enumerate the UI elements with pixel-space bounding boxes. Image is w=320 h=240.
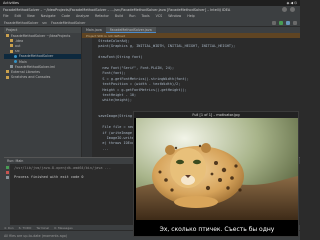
- debug-icon[interactable]: [286, 20, 290, 25]
- search-icon[interactable]: [293, 20, 297, 25]
- tool-messages[interactable]: 0: Messages: [54, 226, 73, 230]
- run-side-toolbar: [4, 164, 10, 226]
- tool-run[interactable]: 4: Run: [4, 226, 14, 230]
- tree-item-root[interactable]: FacadeMethodSolver ~/IdeaProjects: [4, 33, 81, 38]
- run-icon[interactable]: [279, 20, 283, 25]
- menu-edit[interactable]: Edit: [15, 14, 21, 18]
- folder-icon: [10, 44, 13, 48]
- activities-label[interactable]: Activities: [3, 1, 19, 5]
- menu-window[interactable]: Window: [168, 14, 181, 18]
- console-exit-message: Process finished with exit code 0: [14, 175, 84, 179]
- build-icon[interactable]: [272, 20, 276, 25]
- tool-terminal[interactable]: Terminal: [36, 226, 49, 230]
- tool-todo[interactable]: 6: TODO: [19, 226, 32, 230]
- toolbar: FacadeMethodSolver src FacadeMethodSolve…: [0, 19, 300, 27]
- folder-icon: [6, 34, 9, 38]
- status-text: All files are up-to-date (moments ago): [4, 233, 68, 238]
- java-class-icon: [14, 60, 17, 64]
- breadcrumb-file[interactable]: FacadeMethodSolver: [51, 21, 85, 25]
- tab-facade-method-solver[interactable]: FacadeMethodSolver.java: [105, 27, 156, 33]
- library-icon: [6, 70, 9, 74]
- minimize-icon[interactable]: [282, 7, 287, 12]
- scroll-end-icon[interactable]: [5, 176, 9, 179]
- menu-analyze[interactable]: Analyze: [76, 14, 89, 18]
- menu-code[interactable]: Code: [62, 14, 70, 18]
- console-output[interactable]: /usr/lib/jvm/java-8-openjdk-amd64/bin/ja…: [14, 166, 111, 179]
- menu-navigate[interactable]: Navigate: [41, 14, 56, 18]
- sdk-warning-banner[interactable]: Project SDK is not defined: [82, 33, 300, 38]
- breadcrumb-project[interactable]: FacadeMethodSolver: [4, 21, 38, 25]
- line-gutter[interactable]: [82, 38, 92, 157]
- console-command: /usr/lib/jvm/java-8-openjdk-amd64/bin/ja…: [14, 166, 111, 170]
- leopard-photo: [136, 118, 298, 220]
- menu-vcs[interactable]: VCS: [156, 14, 163, 18]
- file-icon: [10, 65, 13, 69]
- folder-icon: [10, 39, 13, 43]
- menu-tools[interactable]: Tools: [141, 14, 149, 18]
- rerun-icon[interactable]: [5, 166, 9, 169]
- scratches-icon: [6, 75, 9, 79]
- image-caption: Эх, сколько птичек. Съесть бы одну: [159, 225, 275, 233]
- menu-help[interactable]: Help: [187, 14, 195, 18]
- window-title: FacadeMethodSolver – ~/IdeaProjects/Faca…: [3, 7, 231, 12]
- menu-refactor[interactable]: Refactor: [95, 14, 109, 18]
- window-titlebar: FacadeMethodSolver – ~/IdeaProjects/Faca…: [0, 6, 300, 13]
- image-viewer-window[interactable]: Full [1 of 1] – motivator.jpg Эх, скольк…: [133, 111, 299, 237]
- close-icon[interactable]: [290, 7, 295, 12]
- menu-file[interactable]: File: [3, 14, 9, 18]
- tab-main[interactable]: Main.java: [82, 27, 106, 33]
- menu-run[interactable]: Run: [129, 14, 135, 18]
- stop-icon[interactable]: [5, 171, 9, 174]
- menu-view[interactable]: View: [27, 14, 35, 18]
- tree-item-scratches[interactable]: Scratches and Consoles: [4, 75, 81, 80]
- project-panel: Project FacadeMethodSolver ~/IdeaProject…: [4, 27, 82, 157]
- system-tray[interactable]: ◈ ◀ ⏻: [279, 1, 297, 5]
- java-class-icon: [14, 54, 17, 58]
- breadcrumb-src[interactable]: src: [42, 21, 47, 25]
- folder-icon: [10, 49, 13, 53]
- menu-build[interactable]: Build: [115, 14, 123, 18]
